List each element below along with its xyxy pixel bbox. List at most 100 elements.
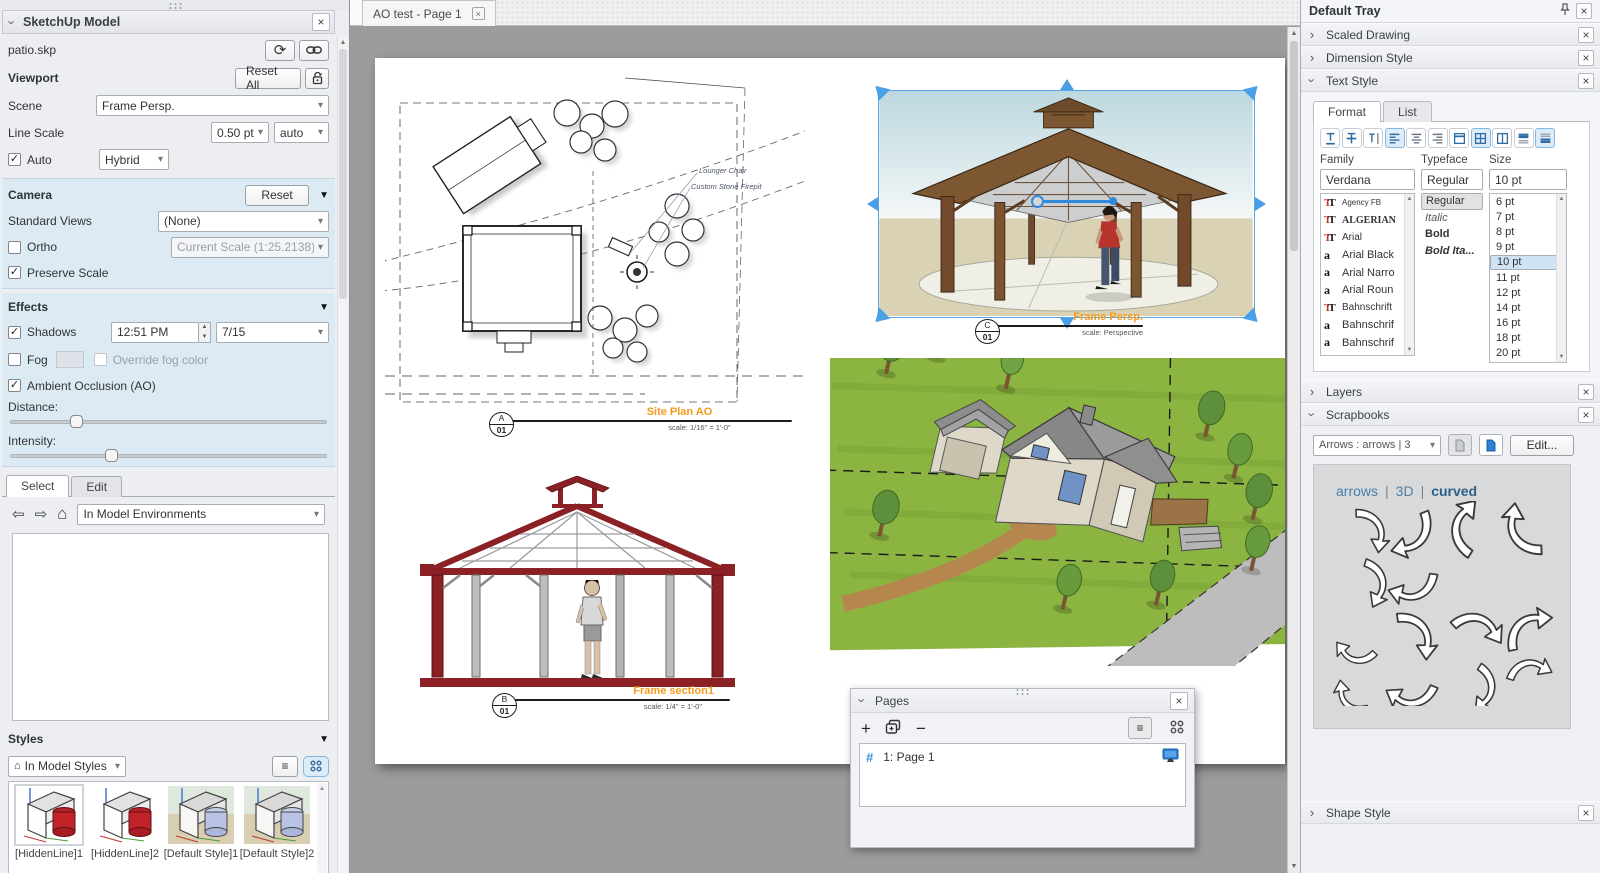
font-family-item[interactable]: aArial Roun bbox=[1321, 282, 1405, 300]
scroll-up-icon[interactable]: ▲ bbox=[338, 36, 348, 48]
size-list[interactable]: 6 pt 7 pt 8 pt 9 pt 10 pt 11 pt 12 pt 14… bbox=[1489, 193, 1567, 363]
scroll-up-icon[interactable]: ▲ bbox=[1405, 196, 1414, 202]
default-tray-header[interactable]: Default Tray × bbox=[1301, 0, 1600, 23]
scroll-up-icon[interactable]: ▲ bbox=[1557, 196, 1566, 202]
size-item[interactable]: 6 pt bbox=[1490, 194, 1557, 209]
resize-handle-icon[interactable] bbox=[867, 197, 878, 211]
time-spinner[interactable]: ▲▼ bbox=[199, 322, 211, 343]
thumbnail-scrollbar[interactable]: ▲ bbox=[317, 783, 327, 873]
scroll-up-icon[interactable]: ▲ bbox=[1288, 27, 1300, 40]
vertical-center-button[interactable] bbox=[1535, 128, 1555, 148]
override-fog-checkbox[interactable] bbox=[94, 353, 107, 366]
pages-grid-view-button[interactable] bbox=[1170, 720, 1184, 737]
scrollbar-thumb[interactable] bbox=[1290, 41, 1298, 251]
house-aerial-viewport[interactable] bbox=[830, 358, 1285, 666]
styles-grid-view-button[interactable] bbox=[303, 756, 329, 777]
expand-chevron-icon[interactable]: › bbox=[1307, 805, 1317, 820]
section-layers[interactable]: › Layers × bbox=[1301, 380, 1600, 403]
tab-edit[interactable]: Edit bbox=[71, 476, 122, 497]
family-list-scrollbar[interactable]: ▲▼ bbox=[1404, 194, 1414, 355]
left-panel-scrollbar[interactable]: ▲ bbox=[337, 36, 348, 873]
font-family-item[interactable]: aArial Black bbox=[1321, 247, 1405, 265]
site-plan-callout[interactable]: Site Plan AO scale: 1/16" = 1'-0" A 01 bbox=[497, 406, 792, 432]
size-item[interactable]: 12 pt bbox=[1490, 285, 1557, 300]
font-family-item[interactable]: TTAgency FB bbox=[1321, 194, 1405, 212]
resize-handle-icon[interactable] bbox=[1060, 79, 1074, 90]
home-icon[interactable]: ⌂ bbox=[57, 504, 67, 524]
family-list[interactable]: TTAgency FB TTALGERIAN TTArial aArial Bl… bbox=[1320, 193, 1415, 356]
style-item[interactable]: [HiddenLine]2 bbox=[87, 784, 163, 873]
font-family-item[interactable]: TTArial bbox=[1321, 229, 1405, 247]
section-scrapbooks[interactable]: › Scrapbooks × bbox=[1301, 403, 1600, 426]
close-section-button[interactable]: × bbox=[1578, 27, 1594, 43]
font-family-item[interactable]: TTALGERIAN bbox=[1321, 212, 1405, 230]
line-scale-mode-dropdown[interactable]: auto ▾ bbox=[274, 122, 329, 143]
strikethrough-button[interactable] bbox=[1342, 128, 1362, 148]
close-section-button[interactable]: × bbox=[1578, 73, 1594, 89]
auto-checkbox[interactable]: ✓ bbox=[8, 153, 21, 166]
fog-color-swatch[interactable] bbox=[56, 351, 84, 368]
anchor-top-button[interactable] bbox=[1449, 128, 1469, 148]
drag-grip-icon[interactable] bbox=[1015, 688, 1031, 695]
gazebo-viewport-selected[interactable] bbox=[878, 90, 1255, 318]
camera-reset-button[interactable]: Reset bbox=[245, 185, 309, 206]
expand-chevron-icon[interactable]: › bbox=[1307, 384, 1317, 399]
lock-button[interactable] bbox=[305, 68, 329, 89]
styles-list-view-button[interactable]: ≡ bbox=[272, 756, 298, 777]
family-input[interactable] bbox=[1320, 169, 1415, 190]
slider-track[interactable] bbox=[10, 420, 327, 424]
typeface-item[interactable]: Bold Ita... bbox=[1421, 243, 1483, 260]
ortho-checkbox[interactable] bbox=[8, 241, 21, 254]
typeface-item[interactable]: Italic bbox=[1421, 210, 1483, 227]
shadows-checkbox[interactable]: ✓ bbox=[8, 326, 21, 339]
environment-dropdown[interactable]: In Model Environments ▾ bbox=[77, 504, 325, 525]
style-item[interactable]: [Default Style]2 bbox=[239, 784, 315, 873]
size-item[interactable]: 8 pt bbox=[1490, 224, 1557, 239]
presentation-toggle[interactable] bbox=[1162, 748, 1179, 766]
back-arrow-icon[interactable]: ⇦ bbox=[12, 505, 25, 523]
collapse-chevron-icon[interactable]: › bbox=[1305, 410, 1320, 420]
scene-dropdown[interactable]: Frame Persp. ▾ bbox=[96, 95, 329, 116]
size-item[interactable]: 11 pt bbox=[1490, 270, 1557, 285]
underline-button[interactable] bbox=[1320, 128, 1340, 148]
styles-source-dropdown[interactable]: ⌂ In Model Styles ▾ bbox=[8, 756, 126, 777]
collapse-chevron-icon[interactable]: › bbox=[5, 17, 20, 27]
scroll-down-icon[interactable]: ▼ bbox=[1405, 347, 1414, 353]
forward-arrow-icon[interactable]: ⇨ bbox=[35, 505, 48, 523]
frame-persp-callout[interactable]: Frame Persp. scale: Perspective C 01 bbox=[983, 311, 1143, 337]
align-left-button[interactable] bbox=[1385, 128, 1405, 148]
scroll-up-icon[interactable]: ▲ bbox=[317, 783, 327, 792]
expand-chevron-icon[interactable]: › bbox=[1307, 50, 1317, 65]
close-pages-panel-button[interactable]: × bbox=[1170, 692, 1188, 710]
font-family-item[interactable]: aArial Narro bbox=[1321, 264, 1405, 282]
frame-section-viewport[interactable] bbox=[420, 476, 735, 694]
close-section-button[interactable]: × bbox=[1578, 384, 1594, 400]
annotation-lounger-chair[interactable]: Lounger Chair bbox=[699, 166, 747, 175]
section-scaled-drawing[interactable]: › Scaled Drawing × bbox=[1301, 23, 1600, 46]
environment-list[interactable] bbox=[12, 533, 329, 721]
typeface-item[interactable]: Bold bbox=[1421, 226, 1483, 243]
align-center-button[interactable] bbox=[1406, 128, 1426, 148]
typeface-item[interactable]: Regular bbox=[1421, 193, 1483, 210]
add-page-button[interactable]: + bbox=[861, 720, 871, 737]
collapse-triangle-icon[interactable]: ▼ bbox=[319, 190, 329, 201]
ambient-occlusion-checkbox[interactable]: ✓ bbox=[8, 379, 21, 392]
anchor-bottom-button[interactable] bbox=[1492, 128, 1512, 148]
document-scrollbar[interactable]: ▲ ▼ bbox=[1287, 27, 1300, 873]
collapse-triangle-icon[interactable]: ▼ bbox=[319, 734, 329, 745]
move-handle-dot[interactable] bbox=[1109, 197, 1117, 205]
render-mode-dropdown[interactable]: Hybrid ▾ bbox=[99, 149, 169, 170]
tab-list[interactable]: List bbox=[1383, 101, 1432, 122]
move-handle-icon[interactable] bbox=[1031, 195, 1044, 208]
nav-link-arrows[interactable]: arrows bbox=[1336, 483, 1378, 499]
close-section-button[interactable]: × bbox=[1578, 50, 1594, 66]
size-item[interactable]: 20 pt bbox=[1490, 346, 1557, 361]
delete-page-button[interactable]: − bbox=[916, 720, 926, 737]
slider-thumb[interactable] bbox=[105, 449, 118, 462]
shadow-time-input[interactable] bbox=[111, 322, 199, 343]
preserve-scale-checkbox[interactable]: ✓ bbox=[8, 266, 21, 279]
text-cursor-button[interactable] bbox=[1363, 128, 1383, 148]
size-item[interactable]: 14 pt bbox=[1490, 300, 1557, 315]
size-item[interactable]: 18 pt bbox=[1490, 331, 1557, 346]
close-tray-button[interactable]: × bbox=[1576, 3, 1592, 19]
